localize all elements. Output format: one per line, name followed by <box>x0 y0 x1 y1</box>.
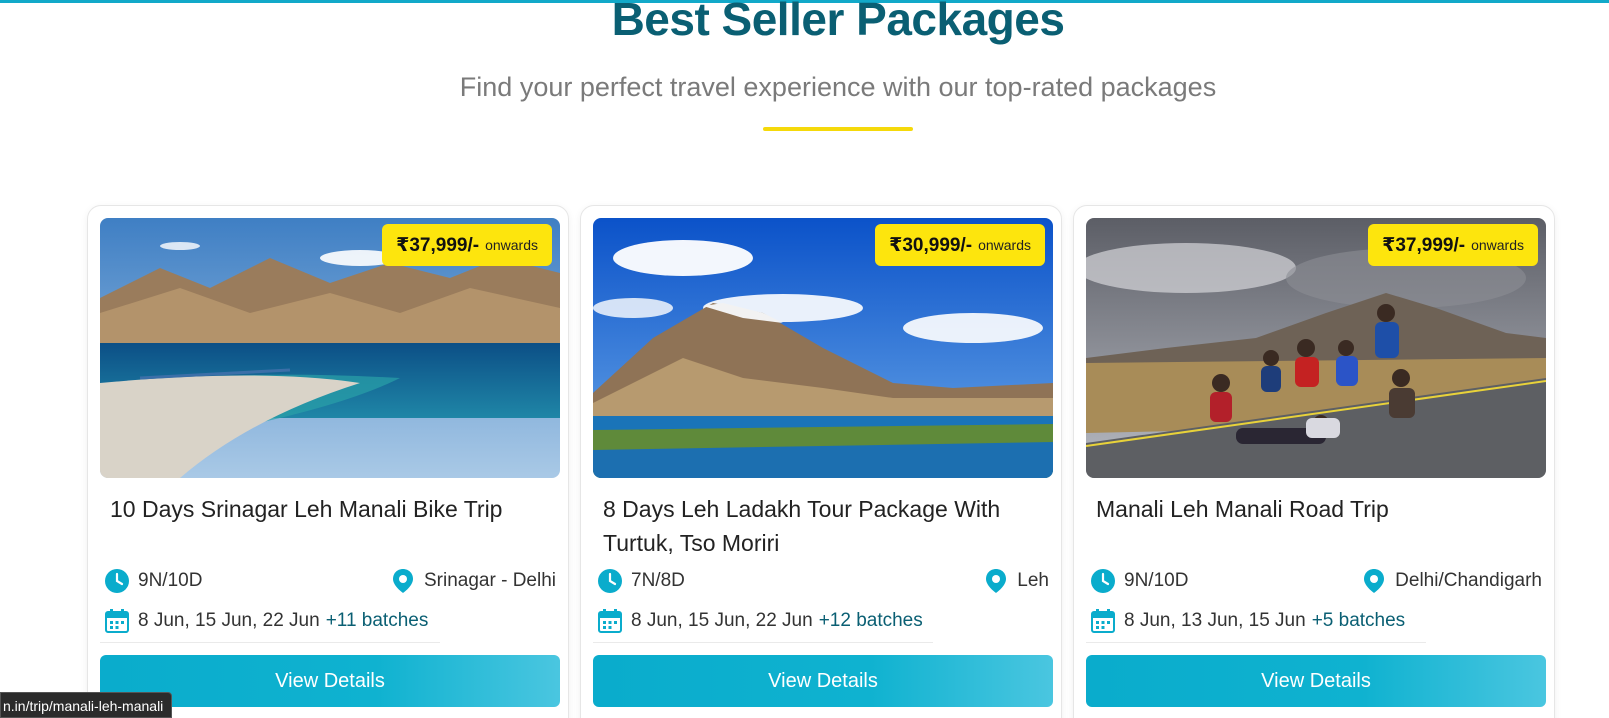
package-card[interactable]: ₹37,999/- onwards Manali Leh Manali Road… <box>1073 205 1555 718</box>
package-photo[interactable]: ₹30,999/- onwards <box>593 218 1053 478</box>
package-dates-row: 8 Jun, 15 Jun, 22 Jun +11 batches <box>104 608 556 634</box>
title-underline <box>763 127 913 131</box>
duration: 9N/10D <box>1090 568 1188 594</box>
price-badge: ₹37,999/- onwards <box>1368 224 1538 266</box>
price-label: ₹37,999/- <box>396 234 480 256</box>
batches-link[interactable]: +12 batches <box>819 610 923 632</box>
map-pin-icon <box>390 568 416 594</box>
location: Leh <box>983 568 1049 594</box>
price-suffix: onwards <box>485 237 538 253</box>
section-subtitle: Find your perfect travel experience with… <box>459 72 1217 102</box>
package-meta-row: 9N/10D Delhi/Chandigarh <box>1090 568 1542 594</box>
section-title: Best Seller Packages <box>611 0 1065 45</box>
package-title[interactable]: 8 Days Leh Ladakh Tour Package With Turt… <box>603 492 1043 560</box>
duration-label: 9N/10D <box>138 570 203 591</box>
batches-link[interactable]: +11 batches <box>326 610 429 632</box>
location-label: Delhi/Chandigarh <box>1395 570 1542 591</box>
location-label: Srinagar - Delhi <box>424 570 556 591</box>
clock-icon <box>104 568 130 594</box>
dates: 8 Jun, 15 Jun, 22 Jun +12 batches <box>597 608 923 634</box>
map-pin-icon <box>1361 568 1387 594</box>
package-title[interactable]: Manali Leh Manali Road Trip <box>1096 492 1536 526</box>
divider <box>593 642 933 643</box>
dates-label: 8 Jun, 13 Jun, 15 Jun <box>1124 610 1306 631</box>
map-pin-icon <box>983 568 1009 594</box>
view-details-button[interactable]: View Details <box>593 655 1053 707</box>
status-bar-url: n.in/trip/manali-leh-manali <box>0 692 173 718</box>
price-suffix: onwards <box>1471 237 1524 253</box>
dates: 8 Jun, 15 Jun, 22 Jun +11 batches <box>104 608 428 634</box>
divider <box>1086 642 1426 643</box>
package-photo[interactable]: ₹37,999/- onwards <box>1086 218 1546 478</box>
dates-label: 8 Jun, 15 Jun, 22 Jun <box>631 610 813 631</box>
price-suffix: onwards <box>978 237 1031 253</box>
location: Delhi/Chandigarh <box>1361 568 1542 594</box>
calendar-icon <box>104 608 130 634</box>
location-label: Leh <box>1017 570 1049 591</box>
dates: 8 Jun, 13 Jun, 15 Jun +5 batches <box>1090 608 1405 634</box>
view-details-button[interactable]: View Details <box>1086 655 1546 707</box>
location: Srinagar - Delhi <box>390 568 556 594</box>
duration-label: 9N/10D <box>1124 570 1189 591</box>
duration-label: 7N/8D <box>631 570 685 591</box>
package-meta-row: 9N/10D Srinagar - Delhi <box>104 568 556 594</box>
package-photo[interactable]: ₹37,999/- onwards <box>100 218 560 478</box>
package-card[interactable]: ₹30,999/- onwards 8 Days Leh Ladakh Tour… <box>580 205 1062 718</box>
package-dates-row: 8 Jun, 13 Jun, 15 Jun +5 batches <box>1090 608 1542 634</box>
dates-label: 8 Jun, 15 Jun, 22 Jun <box>138 610 320 631</box>
price-label: ₹30,999/- <box>889 234 973 256</box>
package-card[interactable]: ₹37,999/- onwards 10 Days Srinagar Leh M… <box>87 205 569 718</box>
clock-icon <box>597 568 623 594</box>
package-title[interactable]: 10 Days Srinagar Leh Manali Bike Trip <box>110 492 550 526</box>
duration: 9N/10D <box>104 568 202 594</box>
package-meta-row: 7N/8D Leh <box>597 568 1049 594</box>
price-label: ₹37,999/- <box>1382 234 1466 256</box>
clock-icon <box>1090 568 1116 594</box>
duration: 7N/8D <box>597 568 685 594</box>
price-badge: ₹37,999/- onwards <box>382 224 552 266</box>
divider <box>100 642 440 643</box>
price-badge: ₹30,999/- onwards <box>875 224 1045 266</box>
batches-link[interactable]: +5 batches <box>1312 610 1406 632</box>
calendar-icon <box>597 608 623 634</box>
package-dates-row: 8 Jun, 15 Jun, 22 Jun +12 batches <box>597 608 1049 634</box>
calendar-icon <box>1090 608 1116 634</box>
